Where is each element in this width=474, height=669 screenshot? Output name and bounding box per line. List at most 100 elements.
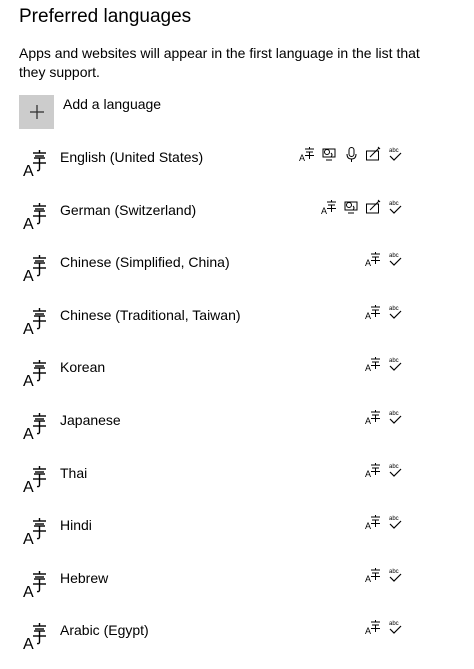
spell-check-icon: abc: [387, 514, 404, 531]
svg-text:A: A: [365, 258, 371, 268]
add-language-button[interactable]: Add a language: [19, 95, 161, 129]
language-item[interactable]: A Arabic (Egypt) Aabc: [0, 613, 474, 666]
language-icon: A: [23, 149, 49, 180]
svg-text:A: A: [321, 206, 327, 216]
spell-check-icon: abc: [387, 199, 404, 216]
language-icon: A: [23, 307, 49, 338]
svg-text:A: A: [365, 416, 371, 426]
svg-text:abc: abc: [389, 569, 399, 575]
svg-text:abc: abc: [389, 306, 399, 312]
language-settings-page: Preferred languages Apps and websites wi…: [0, 0, 474, 669]
spell-check-icon: abc: [387, 409, 404, 426]
spell-check-icon: abc: [387, 462, 404, 479]
language-features: Aabc: [365, 304, 404, 321]
language-name: Hebrew: [60, 569, 109, 586]
language-name: Hindi: [60, 517, 92, 534]
svg-text:abc: abc: [389, 201, 399, 207]
language-features: Aabc: [365, 619, 404, 636]
svg-text:A: A: [365, 363, 371, 373]
svg-text:A: A: [23, 636, 34, 650]
spell-check-icon: abc: [387, 567, 404, 584]
language-item[interactable]: A Thai Aabc: [0, 456, 474, 509]
language-item[interactable]: A Chinese (Simplified, China) Aabc: [0, 245, 474, 298]
handwriting-icon: [365, 146, 382, 163]
svg-text:abc: abc: [389, 253, 399, 259]
language-icon: A: [23, 570, 49, 601]
svg-text:A: A: [23, 216, 34, 230]
language-name: Chinese (Traditional, Taiwan): [60, 306, 241, 323]
language-pack-icon: A: [365, 567, 382, 584]
language-item[interactable]: A Korean Aabc: [0, 350, 474, 403]
svg-text:A: A: [365, 574, 371, 584]
svg-text:A: A: [23, 584, 34, 598]
svg-text:A: A: [365, 521, 371, 531]
spell-check-icon: abc: [387, 304, 404, 321]
spell-check-icon: abc: [387, 251, 404, 268]
text-to-speech-icon: [343, 199, 360, 216]
language-icon: A: [23, 359, 49, 390]
language-name: German (Switzerland): [60, 201, 197, 218]
language-item[interactable]: A German (Switzerland) Aabc: [0, 193, 474, 246]
language-features: Aabc: [299, 146, 404, 163]
language-features: Aabc: [365, 356, 404, 373]
language-pack-icon: A: [365, 356, 382, 373]
language-name: Arabic (Egypt): [60, 622, 149, 639]
language-item[interactable]: A Chinese (Traditional, Taiwan) Aabc: [0, 298, 474, 351]
add-language-icon-box[interactable]: [19, 95, 54, 129]
svg-text:A: A: [23, 426, 34, 440]
svg-text:abc: abc: [389, 358, 399, 364]
svg-text:abc: abc: [389, 464, 399, 470]
language-list: A English (United States) Aabc A German (Swi…: [0, 140, 474, 666]
language-features: Aabc: [365, 567, 404, 584]
svg-text:A: A: [365, 311, 371, 321]
page-title: Preferred languages: [19, 6, 192, 27]
handwriting-icon: [365, 199, 382, 216]
language-item[interactable]: A Hebrew Aabc: [0, 561, 474, 614]
language-pack-icon: A: [365, 462, 382, 479]
svg-text:A: A: [23, 531, 34, 545]
language-name: Korean: [60, 359, 106, 376]
language-features: Aabc: [365, 514, 404, 531]
language-features: Aabc: [321, 199, 404, 216]
language-pack-icon: A: [365, 409, 382, 426]
spell-check-icon: abc: [387, 146, 404, 163]
language-pack-icon: A: [365, 251, 382, 268]
language-name: English (United States): [60, 149, 204, 165]
spell-check-icon: abc: [387, 619, 404, 636]
svg-text:A: A: [23, 373, 34, 387]
language-icon: A: [23, 622, 49, 653]
svg-text:A: A: [23, 268, 34, 282]
svg-text:A: A: [23, 479, 34, 493]
language-pack-icon: A: [321, 199, 338, 216]
svg-text:A: A: [365, 469, 371, 479]
svg-text:abc: abc: [389, 148, 399, 154]
language-features: Aabc: [365, 251, 404, 268]
language-item[interactable]: A English (United States) Aabc: [0, 140, 474, 193]
language-name: Japanese: [60, 411, 121, 428]
plus-icon: [30, 105, 44, 119]
language-pack-icon: A: [365, 619, 382, 636]
language-icon: A: [23, 465, 49, 496]
svg-text:A: A: [23, 321, 34, 335]
svg-text:abc: abc: [389, 516, 399, 522]
language-name: Thai: [60, 464, 88, 481]
spell-check-icon: abc: [387, 356, 404, 373]
language-icon: A: [23, 517, 49, 548]
text-to-speech-icon: [321, 146, 338, 163]
language-pack-icon: A: [365, 304, 382, 321]
speech-recognition-icon: [343, 146, 360, 163]
language-pack-icon: A: [365, 514, 382, 531]
svg-text:abc: abc: [389, 411, 399, 417]
add-language-label: Add a language: [63, 96, 162, 112]
language-pack-icon: A: [299, 146, 316, 163]
language-icon: A: [23, 202, 49, 233]
language-features: Aabc: [365, 462, 404, 479]
svg-text:abc: abc: [389, 621, 399, 627]
language-name: Chinese (Simplified, China): [60, 254, 230, 271]
language-icon: A: [23, 412, 49, 443]
language-item[interactable]: A Hindi Aabc: [0, 508, 474, 561]
language-item[interactable]: A Japanese Aabc: [0, 403, 474, 456]
svg-text:A: A: [299, 153, 305, 163]
svg-text:A: A: [365, 626, 371, 636]
language-icon: A: [23, 254, 49, 285]
